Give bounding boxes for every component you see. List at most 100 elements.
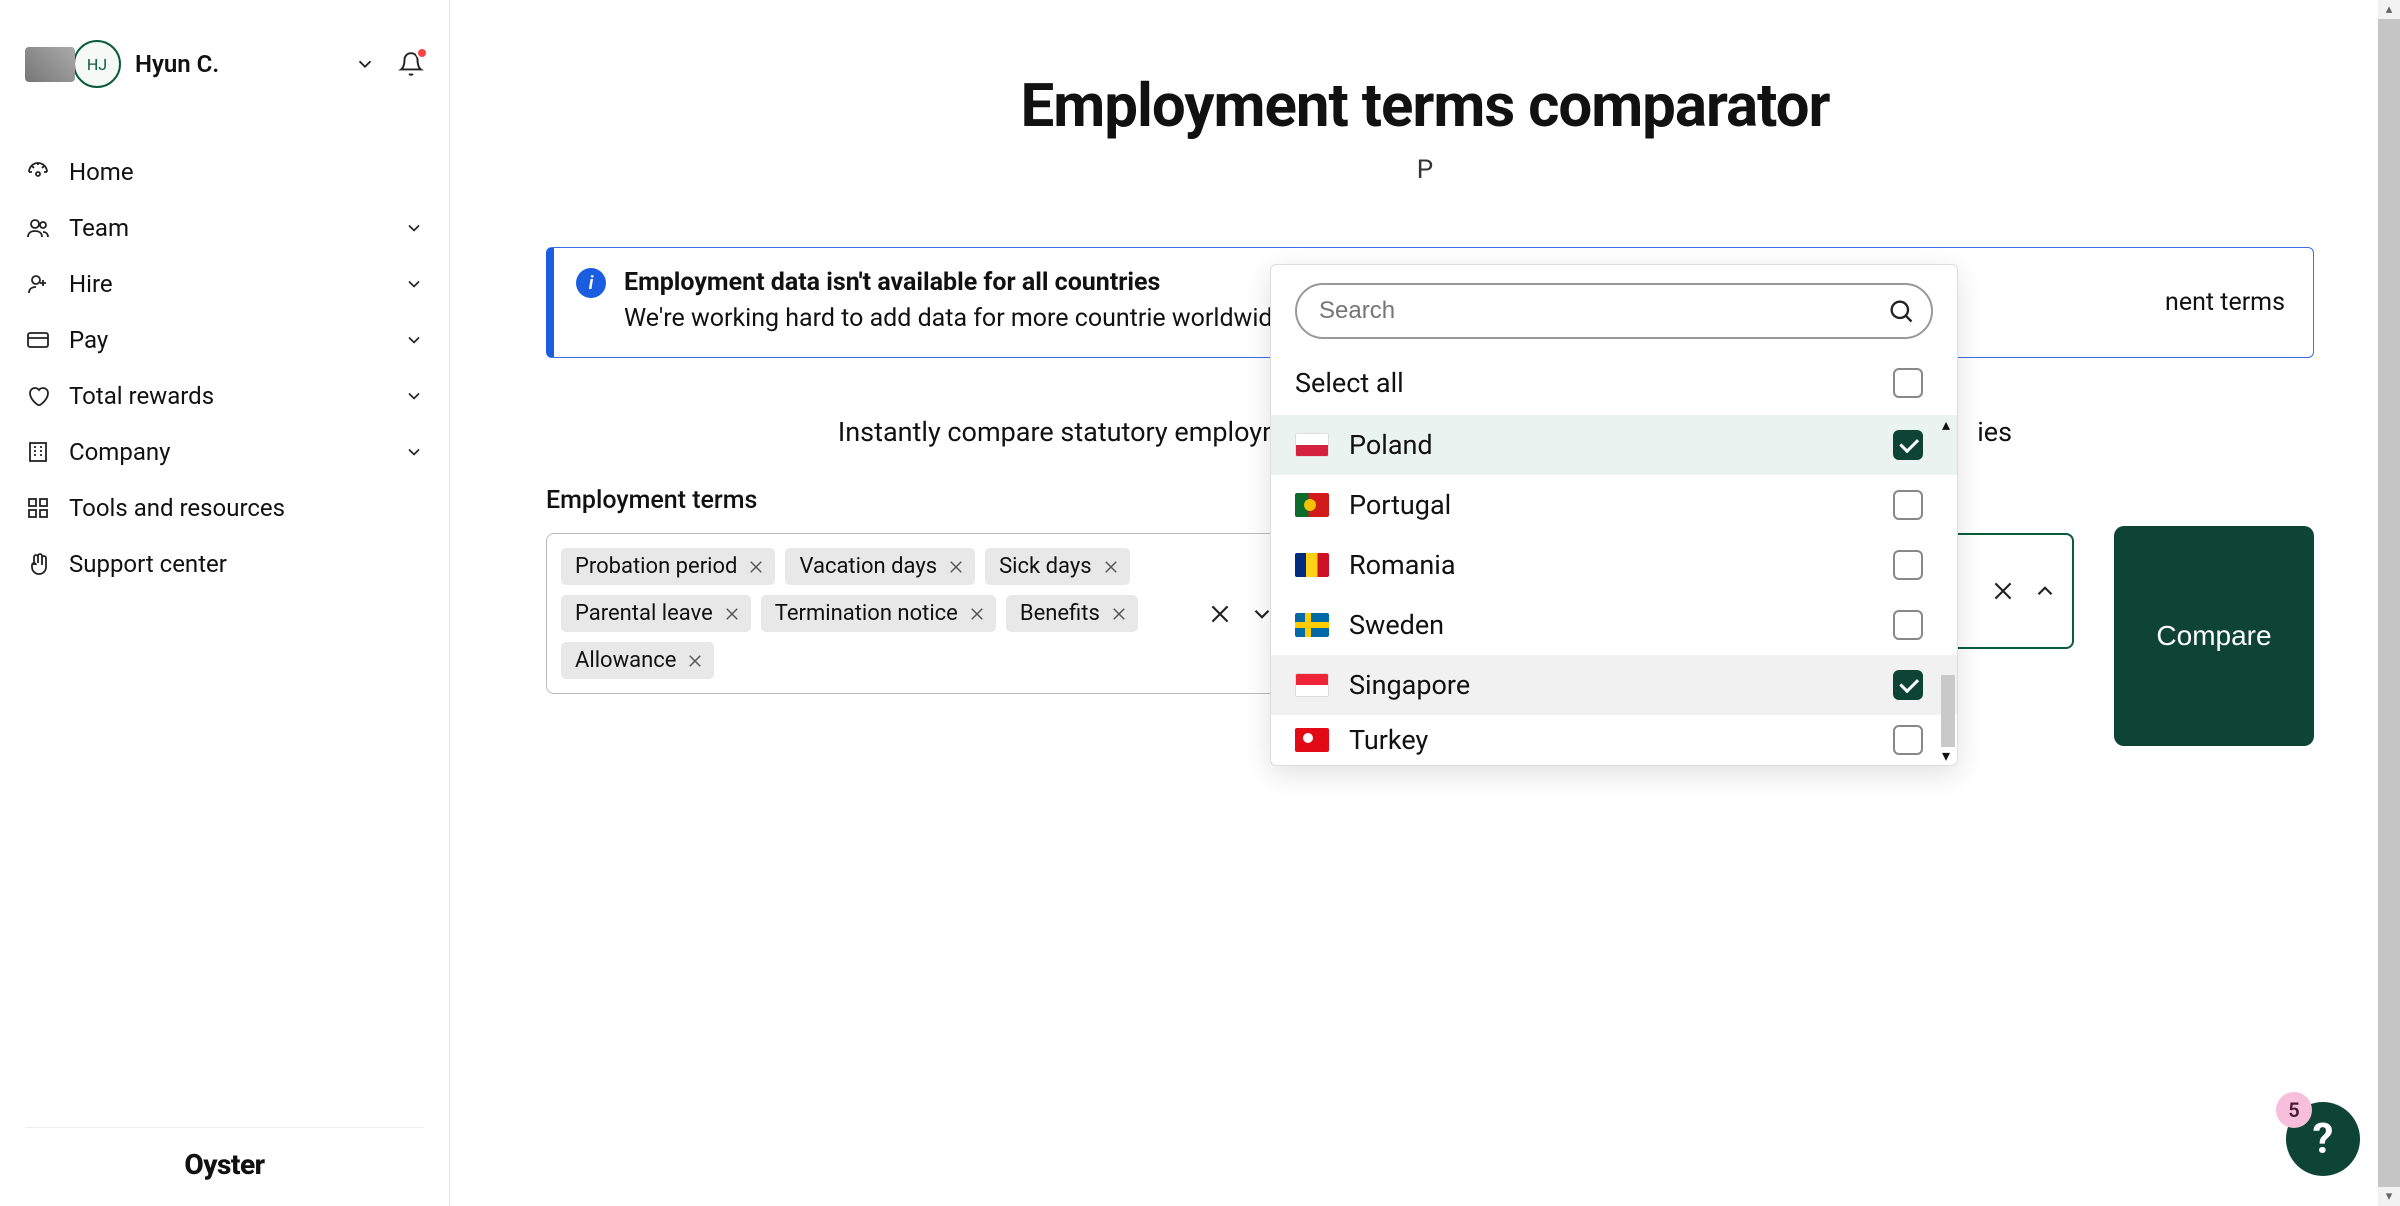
employment-terms-label: Employment terms [546,486,1290,515]
nav-label: Hire [69,270,113,298]
chip-remove-icon[interactable] [1110,605,1128,623]
dropdown-list: ▴ ▾ Poland Portugal Romania Sweden Singapore… [1271,415,1957,765]
chip-label: Vacation days [799,554,937,579]
chevron-down-icon [404,442,424,462]
scroll-up-icon[interactable]: ▴ [1942,415,1950,434]
help-badge: 5 [2276,1092,2312,1128]
nav-hire[interactable]: Hire [25,270,424,298]
chevron-down-icon [404,218,424,238]
dropdown-scroll-thumb[interactable] [1941,675,1955,747]
chevron-down-icon [404,330,424,350]
employment-terms-select[interactable]: Probation period Vacation days Sick days Pa… [546,533,1290,694]
chip: Probation period [561,548,775,585]
chip-label: Parental leave [575,601,713,626]
nav-support[interactable]: Support center [25,550,424,578]
select-all-label: Select all [1295,367,1404,399]
flag-icon [1295,553,1329,577]
nav-pay[interactable]: Pay [25,326,424,354]
clear-all-icon[interactable] [1207,601,1233,627]
page-scroll-thumb[interactable] [2378,19,2400,1187]
dropdown-option-label: Singapore [1349,669,1470,701]
dropdown-option-checkbox[interactable] [1893,490,1923,520]
chip-remove-icon[interactable] [1102,558,1120,576]
dropdown-option-checkbox[interactable] [1893,610,1923,640]
nav-label: Company [69,438,171,466]
hand-icon [25,552,51,576]
main: Employment terms comparator P i Employme… [450,0,2400,1206]
chip-remove-icon[interactable] [723,605,741,623]
chip-label: Termination notice [775,601,958,626]
scroll-down-icon[interactable]: ▾ [1942,746,1950,765]
info-banner-title: Employment data isn't available for all … [624,268,1292,297]
nav-label: Pay [69,326,108,354]
nav-label: Team [69,214,129,242]
nav-label: Total rewards [69,382,214,410]
chip-label: Allowance [575,648,676,673]
nav: Home Team Hire Pay Total rewards [25,158,424,578]
person-plus-icon [25,272,51,296]
select-all-checkbox[interactable] [1893,368,1923,398]
dropdown-option-checkbox[interactable] [1893,430,1923,460]
dropdown-option-checkbox[interactable] [1893,670,1923,700]
info-banner-body: We're working hard to add data for more … [624,301,1292,337]
nav-team[interactable]: Team [25,214,424,242]
chip-remove-icon[interactable] [947,558,965,576]
dropdown-option-checkbox[interactable] [1893,725,1923,755]
building-icon [25,440,51,464]
heart-icon [25,384,51,408]
chip-label: Probation period [575,554,737,579]
chip-remove-icon[interactable] [968,605,986,623]
nav-company[interactable]: Company [25,438,424,466]
dropdown-option-label: Turkey [1349,724,1428,756]
dropdown-option[interactable]: Portugal [1271,475,1957,535]
dropdown-option[interactable]: Romania [1271,535,1957,595]
chevron-up-icon[interactable] [2032,578,2058,604]
dropdown-option[interactable]: Singapore [1271,655,1957,715]
info-icon: i [576,268,606,298]
clear-all-icon[interactable] [1990,578,2016,604]
avatar[interactable]: HJ [73,40,121,88]
compare-button[interactable]: Compare [2114,526,2314,746]
page-scrollbar[interactable]: ▴ ▾ [2378,0,2400,1206]
chevron-down-icon [404,274,424,294]
nav-home[interactable]: Home [25,158,424,186]
page-title: Employment terms comparator [450,70,2400,141]
flag-icon [1295,493,1329,517]
dropdown-option[interactable]: Turkey [1271,715,1957,765]
nav-label: Support center [69,550,227,578]
chip: Sick days [985,548,1130,585]
scroll-up-arrow-icon[interactable]: ▴ [2386,0,2393,19]
dropdown-option[interactable]: Poland [1271,415,1957,475]
company-logo-icon [25,47,75,82]
dropdown-option-label: Poland [1349,429,1433,461]
chip: Allowance [561,642,714,679]
nav-tools[interactable]: Tools and resources [25,494,424,522]
dropdown-option-checkbox[interactable] [1893,550,1923,580]
grid-icon [25,496,51,520]
dropdown-option-label: Sweden [1349,609,1444,641]
notification-dot-icon [416,47,428,59]
user-menu-chevron-icon[interactable] [354,53,376,75]
select-all-row[interactable]: Select all [1271,351,1957,415]
subhead-left: Instantly compare statutory employment [838,416,1324,448]
nav-rewards[interactable]: Total rewards [25,382,424,410]
chip-remove-icon[interactable] [686,652,704,670]
scroll-down-arrow-icon[interactable]: ▾ [2386,1187,2393,1206]
chip: Termination notice [761,595,996,632]
brand-wordmark: Oyster [25,1127,424,1181]
search-icon[interactable] [1887,297,1915,325]
dropdown-search-input[interactable] [1295,283,1933,339]
country-dropdown: Select all ▴ ▾ Poland Portugal Romania Swed… [1270,264,1958,766]
dropdown-option-label: Romania [1349,549,1456,581]
chip: Benefits [1006,595,1138,632]
chip-remove-icon[interactable] [747,558,765,576]
notifications-bell-icon[interactable] [398,51,424,77]
flag-icon [1295,728,1329,752]
people-icon [25,216,51,240]
flag-icon [1295,433,1329,457]
sidebar-header: HJ Hyun C. [25,40,424,88]
help-fab[interactable]: ? 5 [2286,1102,2360,1176]
subhead-right: ies [1977,416,2012,448]
dropdown-option[interactable]: Sweden [1271,595,1957,655]
dropdown-option-label: Portugal [1349,489,1451,521]
